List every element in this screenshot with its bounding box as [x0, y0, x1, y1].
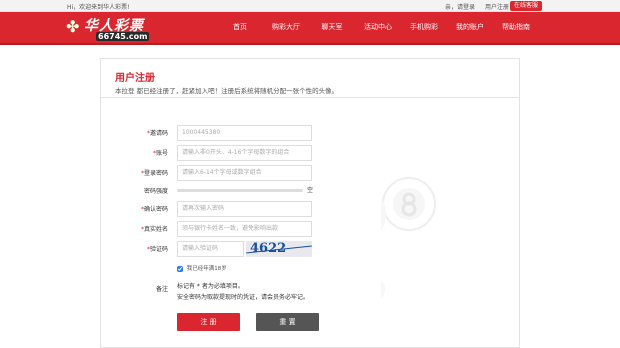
note-label: 备注: [155, 286, 168, 293]
password-label: *登录密码: [140, 170, 168, 177]
register-intro: 本拉登 都已经注册了，赶紧加入吧！注册后系统将随机分配一张个性的头像。: [115, 87, 339, 95]
welcome-text: Hi，欢迎来到华人彩票!: [67, 4, 130, 11]
account-label: *账号: [152, 150, 168, 157]
confirm-label: *确认密码: [140, 206, 168, 213]
captcha-input[interactable]: 请输入验证码: [177, 241, 244, 257]
realname-input[interactable]: 须与银行卡姓名一致，避免影响出款: [177, 221, 312, 237]
nav-item-mobile[interactable]: 手机购彩: [401, 12, 447, 45]
nav-item-chat-room[interactable]: 聊天室: [309, 12, 355, 45]
logo-icon: ✤: [66, 17, 80, 36]
logo-domain: 66745.com: [96, 32, 150, 41]
reset-button[interactable]: 重 置: [256, 313, 319, 331]
register-link[interactable]: 用户注册: [485, 4, 509, 11]
agree-label: 我已经年满18岁: [186, 266, 227, 272]
main-nav: ✤ 华人彩票 66745.com 首页 购彩大厅 聊天室 活动中心 手机购彩 我…: [0, 12, 620, 45]
strength-label: 密码强度: [143, 188, 168, 195]
referral-row: *邀请码 1000445380: [101, 125, 521, 141]
nav-menu: 首页 购彩大厅 聊天室 活动中心 手机购彩 我的账户 帮助指南: [217, 12, 539, 45]
service-label: 在线客服: [514, 2, 539, 9]
confirm-password-input[interactable]: 请再次输入密码: [177, 201, 312, 217]
site-logo[interactable]: ✤ 华人彩票 66745.com: [66, 15, 186, 43]
captcha-image[interactable]: 4622: [246, 241, 312, 257]
referral-label: *邀请码: [146, 130, 168, 137]
nav-item-activity[interactable]: 活动中心: [355, 12, 401, 45]
strength-tip: 空: [307, 187, 314, 194]
agree-row: 我已经年满18岁: [177, 264, 227, 272]
account-row: *账号 请输入非0开头、4-16个字母数字的组合: [101, 145, 521, 161]
nav-item-help[interactable]: 帮助指南: [493, 12, 539, 45]
account-input[interactable]: 请输入非0开头、4-16个字母数字的组合: [177, 145, 312, 161]
top-links: 亲，请登录 用户注册: [445, 2, 517, 11]
confirm-row: *确认密码 请再次输入密码: [101, 201, 521, 217]
captcha-row: *验证码 请输入验证码 4622: [101, 241, 521, 257]
page-title: 用户注册: [115, 73, 155, 84]
age-checkbox[interactable]: [177, 265, 183, 272]
note-security: 安全密码为取款提现时的凭证，请会员务必牢记。: [177, 294, 310, 301]
password-input[interactable]: 请输入6-14个字母或数字组合: [177, 165, 312, 181]
realname-label: *真实姓名: [140, 226, 168, 233]
captcha-label: *验证码: [146, 246, 168, 253]
divider: [101, 97, 519, 98]
nav-item-home[interactable]: 首页: [217, 12, 263, 45]
top-bar: Hi，欢迎来到华人彩票! 亲，请登录 用户注册 在线客服: [0, 0, 620, 12]
nav-item-lottery-hall[interactable]: 购彩大厅: [263, 12, 309, 45]
password-row: *登录密码 请输入6-14个字母或数字组合: [101, 165, 521, 181]
strength-row: 密码强度 空: [101, 183, 521, 199]
notes: 标记有 * 者为必填项目。 安全密码为取款提现时的凭证，请会员务必牢记。: [177, 281, 309, 303]
referral-input[interactable]: 1000445380: [177, 125, 312, 141]
online-service-button[interactable]: 在线客服: [510, 1, 543, 11]
realname-row: *真实姓名 须与银行卡姓名一致，避免影响出款: [101, 221, 521, 237]
login-link[interactable]: 亲，请登录: [445, 4, 475, 11]
register-panel: 用户注册 本拉登 都已经注册了，赶紧加入吧！注册后系统将随机分配一张个性的头像。…: [100, 58, 520, 348]
register-button[interactable]: 注 册: [177, 313, 240, 331]
note-required: 标记有 * 者为必填项目。: [177, 283, 244, 290]
password-strength-bar: [177, 189, 303, 192]
nav-item-account[interactable]: 我的账户: [447, 12, 493, 45]
